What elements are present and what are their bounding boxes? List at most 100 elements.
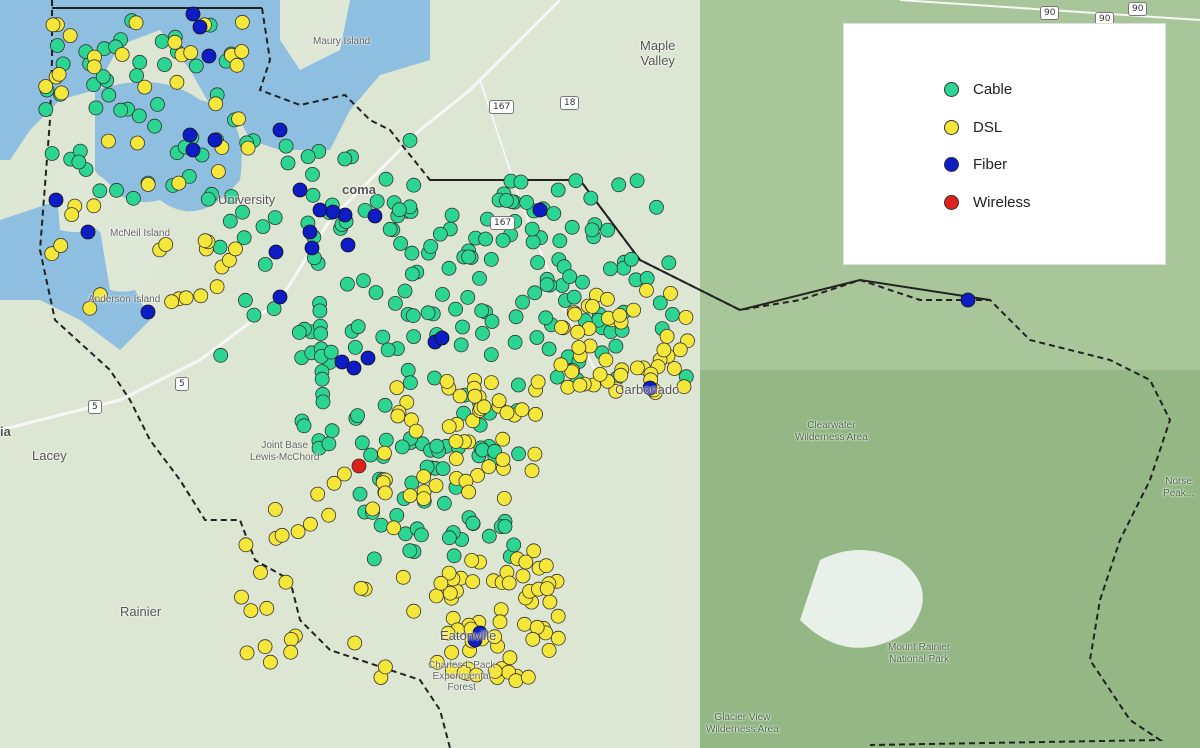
dsl-marker[interactable] bbox=[518, 554, 534, 570]
dsl-marker[interactable] bbox=[395, 569, 411, 585]
cable-marker[interactable] bbox=[101, 87, 117, 103]
cable-marker[interactable] bbox=[483, 347, 499, 363]
dsl-marker[interactable] bbox=[101, 133, 116, 149]
dsl-marker[interactable] bbox=[402, 488, 418, 504]
cable-marker[interactable] bbox=[435, 286, 450, 302]
cable-marker[interactable] bbox=[350, 319, 366, 335]
cable-marker[interactable] bbox=[478, 231, 494, 247]
dsl-marker[interactable] bbox=[571, 340, 587, 355]
dsl-marker[interactable] bbox=[267, 501, 283, 517]
cable-marker[interactable] bbox=[391, 202, 407, 218]
cable-marker[interactable] bbox=[484, 314, 500, 329]
cable-marker[interactable] bbox=[511, 377, 526, 393]
fiber-marker[interactable] bbox=[48, 192, 64, 208]
dsl-marker[interactable] bbox=[234, 589, 249, 605]
dsl-marker[interactable] bbox=[501, 575, 517, 591]
dsl-marker[interactable] bbox=[592, 366, 608, 382]
cable-marker[interactable] bbox=[475, 325, 490, 341]
dsl-marker[interactable] bbox=[178, 290, 194, 306]
cable-marker[interactable] bbox=[305, 166, 320, 182]
cable-marker[interactable] bbox=[519, 194, 534, 210]
dsl-marker[interactable] bbox=[386, 520, 402, 536]
cable-marker[interactable] bbox=[397, 283, 413, 299]
cable-marker[interactable] bbox=[427, 370, 442, 386]
dsl-marker[interactable] bbox=[502, 650, 518, 666]
dsl-marker[interactable] bbox=[377, 659, 393, 675]
dsl-marker[interactable] bbox=[550, 608, 566, 624]
cable-marker[interactable] bbox=[324, 423, 340, 439]
dsl-marker[interactable] bbox=[290, 524, 306, 539]
cable-marker[interactable] bbox=[575, 274, 590, 290]
cable-marker[interactable] bbox=[296, 418, 312, 434]
dsl-marker[interactable] bbox=[542, 594, 558, 610]
dsl-marker[interactable] bbox=[514, 402, 530, 418]
dsl-marker[interactable] bbox=[262, 654, 278, 670]
dsl-marker[interactable] bbox=[86, 59, 102, 75]
cable-marker[interactable] bbox=[429, 438, 445, 454]
cable-marker[interactable] bbox=[125, 190, 141, 206]
cable-marker[interactable] bbox=[404, 245, 420, 261]
dsl-marker[interactable] bbox=[585, 298, 600, 314]
dsl-marker[interactable] bbox=[439, 373, 455, 389]
dsl-marker[interactable] bbox=[389, 380, 405, 396]
dsl-marker[interactable] bbox=[428, 478, 444, 494]
dsl-marker[interactable] bbox=[433, 575, 449, 591]
cable-marker[interactable] bbox=[147, 118, 163, 134]
fiber-marker[interactable] bbox=[340, 237, 356, 253]
dsl-marker[interactable] bbox=[239, 645, 255, 661]
cable-marker[interactable] bbox=[315, 394, 331, 410]
cable-marker[interactable] bbox=[92, 183, 108, 199]
cable-marker[interactable] bbox=[583, 190, 599, 206]
fiber-marker[interactable] bbox=[140, 304, 156, 320]
cable-marker[interactable] bbox=[515, 294, 530, 310]
dsl-marker[interactable] bbox=[448, 433, 464, 449]
dsl-marker[interactable] bbox=[520, 669, 536, 685]
cable-marker[interactable] bbox=[38, 102, 54, 117]
cable-marker[interactable] bbox=[474, 303, 490, 319]
dsl-marker[interactable] bbox=[283, 644, 299, 660]
cable-marker[interactable] bbox=[413, 527, 429, 543]
cable-marker[interactable] bbox=[499, 193, 514, 208]
cable-marker[interactable] bbox=[88, 100, 104, 116]
cable-marker[interactable] bbox=[529, 330, 545, 345]
dsl-marker[interactable] bbox=[51, 66, 67, 82]
cable-marker[interactable] bbox=[314, 371, 330, 387]
cable-marker[interactable] bbox=[188, 58, 204, 74]
dsl-marker[interactable] bbox=[600, 291, 615, 307]
cable-marker[interactable] bbox=[524, 221, 540, 237]
cable-marker[interactable] bbox=[402, 375, 418, 391]
fiber-marker[interactable] bbox=[185, 142, 201, 158]
fiber-marker[interactable] bbox=[360, 350, 376, 366]
cable-marker[interactable] bbox=[530, 255, 545, 270]
dsl-marker[interactable] bbox=[228, 241, 243, 257]
dsl-marker[interactable] bbox=[310, 486, 326, 502]
dsl-marker[interactable] bbox=[465, 574, 481, 589]
dsl-marker[interactable] bbox=[541, 643, 557, 658]
fiber-marker[interactable] bbox=[304, 240, 320, 256]
fiber-marker[interactable] bbox=[272, 289, 288, 305]
dsl-marker[interactable] bbox=[210, 164, 226, 179]
cable-marker[interactable] bbox=[436, 495, 452, 511]
dsl-marker[interactable] bbox=[234, 44, 250, 59]
cable-marker[interactable] bbox=[378, 171, 394, 187]
fiber-marker[interactable] bbox=[367, 208, 383, 224]
dsl-marker[interactable] bbox=[464, 553, 480, 568]
cable-marker[interactable] bbox=[113, 102, 129, 118]
cable-marker[interactable] bbox=[150, 97, 165, 112]
dsl-marker[interactable] bbox=[158, 237, 174, 252]
dsl-marker[interactable] bbox=[128, 15, 144, 31]
dsl-marker[interactable] bbox=[467, 388, 483, 404]
dsl-marker[interactable] bbox=[408, 423, 424, 439]
dsl-marker[interactable] bbox=[538, 558, 554, 574]
dsl-marker[interactable] bbox=[539, 581, 555, 596]
fiber-marker[interactable] bbox=[185, 6, 201, 22]
dsl-marker[interactable] bbox=[527, 446, 543, 462]
dsl-marker[interactable] bbox=[197, 233, 213, 249]
cable-marker[interactable] bbox=[665, 306, 680, 322]
dsl-marker[interactable] bbox=[390, 408, 406, 424]
cable-marker[interactable] bbox=[420, 305, 436, 321]
dsl-marker[interactable] bbox=[416, 491, 432, 507]
dsl-marker[interactable] bbox=[656, 342, 672, 358]
fiber-marker[interactable] bbox=[434, 330, 450, 346]
dsl-marker[interactable] bbox=[481, 459, 497, 475]
